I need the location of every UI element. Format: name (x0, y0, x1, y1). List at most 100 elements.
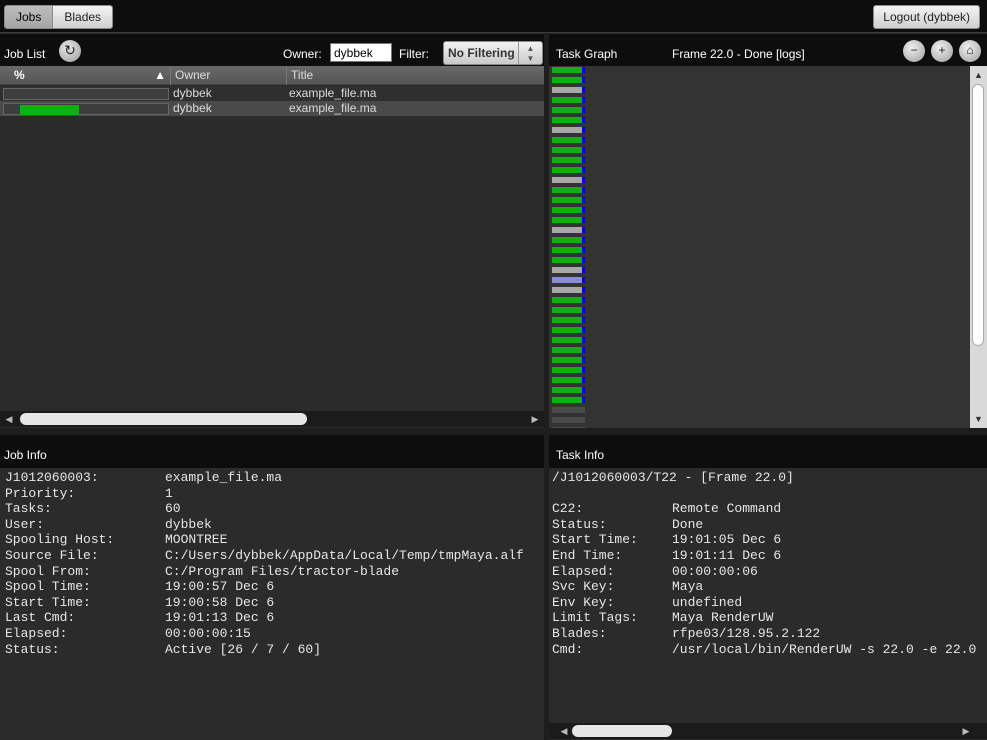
info-row: Env Key: undefined (552, 595, 986, 611)
info-row: Elapsed: 00:00:00:15 (5, 626, 541, 642)
info-value: 19:01:11 Dec 6 (672, 547, 782, 563)
zoom-in-icon[interactable]: + (931, 40, 953, 62)
task-node[interactable] (552, 287, 585, 293)
scroll-thumb[interactable] (20, 413, 307, 425)
task-node[interactable] (552, 347, 585, 353)
task-node-marker (582, 117, 585, 123)
info-row: Source File: C:/Users/dybbek/AppData/Loca… (5, 548, 541, 564)
task-node[interactable] (552, 317, 585, 323)
horizontal-splitter[interactable] (0, 428, 987, 435)
scroll-right-icon[interactable]: ▶ (959, 724, 973, 738)
scroll-down-icon[interactable]: ▼ (970, 412, 987, 426)
task-path-text: /J1012060003/T22 - [Frame 22.0] (552, 470, 794, 485)
table-row[interactable]: dybbek example_file.ma (0, 101, 544, 116)
info-value: 00:00:00:06 (672, 563, 758, 579)
home-icon[interactable]: ⌂ (959, 40, 981, 62)
task-node[interactable] (552, 417, 585, 423)
task-node[interactable] (552, 327, 585, 333)
task-node[interactable] (552, 407, 585, 413)
tab-jobs[interactable]: Jobs (5, 6, 54, 28)
task-info-hscrollbar[interactable]: ◀ ▶ (549, 723, 987, 739)
owner-input[interactable] (330, 43, 392, 62)
column-header-percent[interactable]: % ▲ (0, 66, 171, 85)
info-row: Start Time: 19:00:58 Dec 6 (5, 595, 541, 611)
job-list-hscrollbar[interactable]: ◀ ▶ (0, 411, 544, 427)
zoom-out-icon[interactable]: − (903, 40, 925, 62)
filter-label: Filter: (399, 47, 429, 61)
task-graph-canvas[interactable] (549, 66, 987, 428)
info-key: Svc Key: (552, 579, 615, 595)
task-node-marker (582, 217, 585, 223)
task-node[interactable] (552, 367, 585, 373)
task-node[interactable] (552, 177, 585, 183)
task-node[interactable] (552, 117, 585, 123)
task-node[interactable] (552, 357, 585, 363)
task-node-marker (582, 97, 585, 103)
info-key: Spooling Host: (5, 532, 115, 548)
task-node[interactable] (552, 67, 585, 73)
info-row: Start Time: 19:01:05 Dec 6 (552, 532, 986, 548)
task-node[interactable] (552, 307, 585, 313)
refresh-icon[interactable]: ↻ (59, 40, 81, 62)
task-node[interactable] (552, 197, 585, 203)
task-node[interactable] (552, 247, 585, 253)
info-key: Status: (552, 516, 607, 532)
filter-select[interactable]: No Filtering ▲ ▼ (443, 41, 543, 65)
tab-blades[interactable]: Blades (53, 6, 113, 28)
info-value: Active [26 / 7 / 60] (165, 641, 322, 657)
task-node[interactable] (552, 97, 585, 103)
task-node[interactable] (552, 207, 585, 213)
task-node[interactable] (552, 387, 585, 393)
scroll-left-icon[interactable]: ◀ (2, 412, 16, 426)
table-row[interactable]: dybbek example_file.ma (0, 86, 544, 101)
filter-value: No Filtering (448, 46, 515, 60)
task-node[interactable] (552, 127, 585, 133)
info-row: Blades: rfpe03/128.95.2.122 (552, 626, 986, 642)
task-node-marker (582, 67, 585, 73)
scroll-right-icon[interactable]: ▶ (528, 412, 542, 426)
logout-button[interactable]: Logout (dybbek) (873, 5, 980, 29)
task-node[interactable] (552, 337, 585, 343)
task-node[interactable] (552, 267, 585, 273)
frame-status[interactable]: Frame 22.0 - Done [logs] (672, 47, 805, 61)
job-info-title: Job Info (4, 448, 47, 462)
task-node[interactable] (552, 137, 585, 143)
task-node-marker (582, 287, 585, 293)
scroll-left-icon[interactable]: ◀ (557, 724, 571, 738)
task-node-marker (582, 367, 585, 373)
info-key: Priority: (5, 485, 76, 501)
task-node[interactable] (552, 107, 585, 113)
progress-bar (3, 88, 169, 100)
task-node[interactable] (552, 187, 585, 193)
scroll-thumb[interactable] (572, 725, 672, 737)
task-node[interactable] (552, 277, 585, 283)
task-node[interactable] (552, 147, 585, 153)
task-node-marker (582, 387, 585, 393)
task-node[interactable] (552, 87, 585, 93)
task-node[interactable] (552, 237, 585, 243)
info-value: undefined (672, 594, 743, 610)
task-node[interactable] (552, 217, 585, 223)
column-header-owner[interactable]: Owner (171, 66, 287, 85)
task-node[interactable] (552, 257, 585, 263)
task-node-marker (582, 357, 585, 363)
task-node[interactable] (552, 397, 585, 403)
column-header-title[interactable]: Title (287, 66, 544, 85)
task-node[interactable] (552, 227, 585, 233)
info-value: 19:01:05 Dec 6 (672, 532, 782, 548)
task-graph-vscrollbar[interactable]: ▲ ▼ (970, 66, 987, 428)
task-node[interactable] (552, 377, 585, 383)
task-node[interactable] (552, 297, 585, 303)
vertical-splitter[interactable] (544, 33, 549, 740)
task-node-marker (582, 297, 585, 303)
info-value: 60 (165, 501, 181, 517)
info-row: Elapsed: 00:00:00:06 (552, 564, 986, 580)
title-cell: example_file.ma (289, 86, 377, 100)
scroll-thumb[interactable] (972, 84, 984, 346)
task-node[interactable] (552, 167, 585, 173)
info-value: dybbek (165, 516, 212, 532)
task-node[interactable] (552, 77, 585, 83)
info-value: 1 (165, 485, 173, 501)
scroll-up-icon[interactable]: ▲ (970, 68, 987, 82)
task-node[interactable] (552, 157, 585, 163)
